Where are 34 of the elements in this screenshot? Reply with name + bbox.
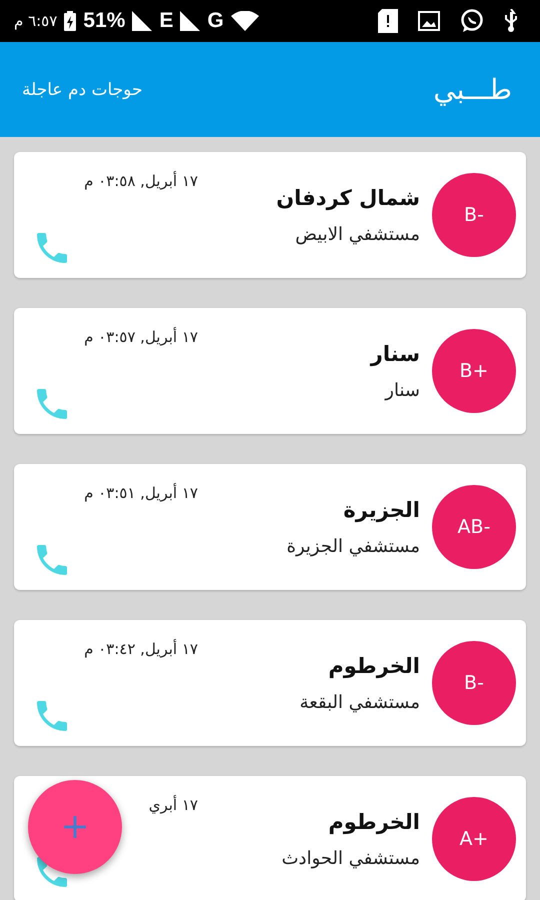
hospital-name: سنار (385, 380, 420, 400)
image-icon (418, 11, 440, 31)
battery-percent: 51% (83, 9, 126, 33)
date-time: ١٧ أبريل, ٠٣:٥٧ م (84, 328, 198, 346)
plus-icon (62, 814, 88, 840)
clock: ٦:٥٧ م (14, 12, 58, 30)
blood-type-badge: AB- (432, 485, 516, 569)
blood-type-badge: B- (432, 173, 516, 257)
date-time: ١٧ أبريل, ٠٣:٥١ م (84, 484, 198, 502)
region-name: الخرطوم (328, 654, 420, 678)
blood-type-badge: B+ (432, 329, 516, 413)
hospital-name: مستشفي الابيض (295, 224, 420, 244)
signal-icon (132, 11, 152, 31)
chat-bubble-icon (460, 9, 484, 33)
region-name: سنار (370, 342, 420, 366)
date-time: ١٧ أبريل, ٠٣:٤٢ م (84, 640, 198, 658)
hospital-name: مستشفي البقعة (300, 692, 420, 712)
network-type: E (159, 9, 174, 33)
date-time: ١٧ أبريل, ٠٣:٥٨ م (84, 172, 198, 190)
hospital-name: مستشفي الجزيرة (286, 536, 420, 556)
region-name: الخرطوم (328, 810, 420, 834)
battery-icon (64, 11, 76, 31)
hospital-name: مستشفي الحوادث (282, 848, 420, 868)
region-name: شمال كردفان (276, 186, 420, 210)
date-time: ١٧ أبري (148, 796, 198, 814)
usb-icon (504, 9, 518, 33)
blood-type-badge: A+ (432, 797, 516, 881)
sim-alert-icon (378, 9, 398, 33)
signal-icon (180, 11, 200, 31)
app-title: طـــبي (433, 73, 512, 106)
region-name: الجزيرة (343, 498, 420, 522)
wifi-icon (230, 11, 259, 31)
network-type: G (207, 9, 224, 33)
blood-type-badge: B- (432, 641, 516, 725)
